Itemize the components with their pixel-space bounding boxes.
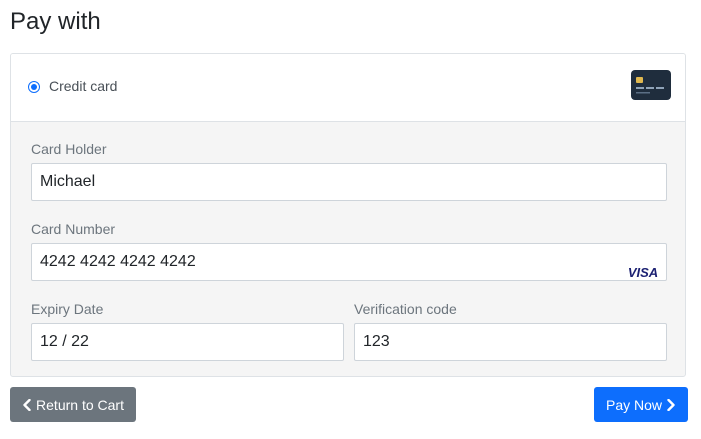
payment-method-label[interactable]: Credit card (49, 77, 117, 95)
pay-now-button[interactable]: Pay Now (594, 387, 688, 422)
page-title: Pay with (10, 8, 101, 35)
card-number-label: Card Number (31, 221, 116, 237)
credit-card-radio[interactable] (28, 81, 40, 93)
chevron-left-icon (23, 398, 31, 411)
credit-card-icon (631, 70, 671, 100)
return-to-cart-button[interactable]: Return to Cart (10, 387, 136, 422)
card-holder-label: Card Holder (31, 141, 107, 157)
payment-panel: Credit card Card Holder Card Number VISA… (10, 53, 686, 377)
card-brand-text: VISA (628, 265, 658, 279)
expiry-date-input[interactable] (31, 323, 344, 361)
card-number-input[interactable] (31, 243, 667, 281)
verification-code-input[interactable] (354, 323, 667, 361)
visa-logo-icon: VISA (628, 265, 658, 279)
chevron-right-icon (667, 398, 675, 411)
return-to-cart-label: Return to Cart (36, 396, 124, 413)
verification-code-label: Verification code (354, 301, 457, 317)
pay-now-label: Pay Now (605, 396, 663, 413)
card-holder-input[interactable] (31, 163, 667, 201)
payment-method-header[interactable]: Credit card (11, 54, 685, 122)
expiry-date-label: Expiry Date (31, 301, 104, 317)
